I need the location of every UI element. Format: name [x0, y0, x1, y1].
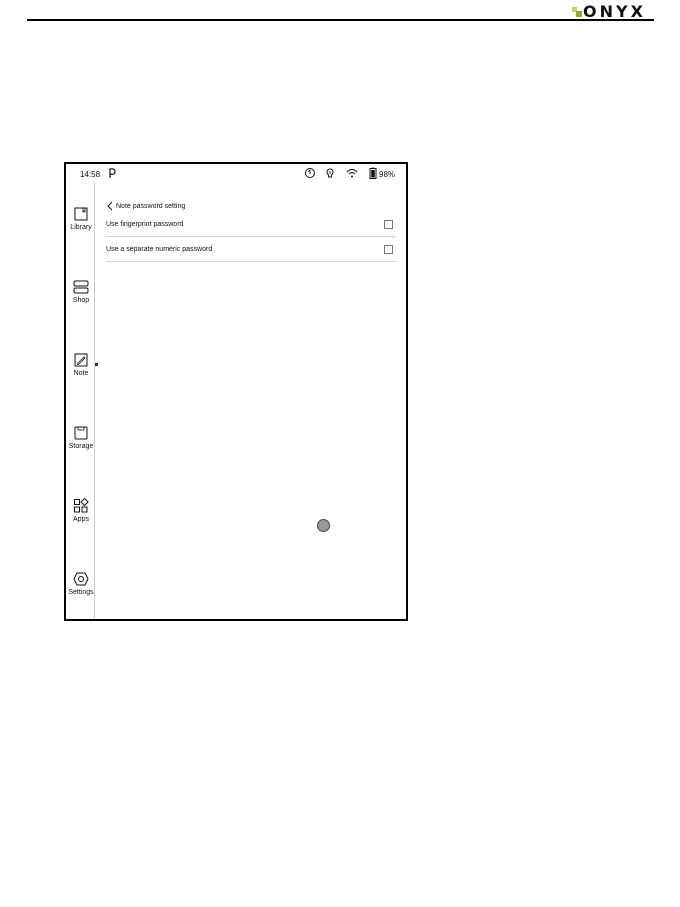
settings-content: Note password setting Use fingerprint pa…: [106, 200, 396, 262]
p-logo-icon: [109, 168, 116, 178]
clock: 14:58: [80, 170, 101, 179]
header-rule: [27, 19, 654, 21]
sidebar-item-shop[interactable]: Shop: [66, 279, 96, 304]
chevron-left-icon: [107, 201, 113, 211]
sidebar-item-label: Settings: [68, 589, 94, 596]
shop-icon: [73, 280, 89, 294]
option-label: Use fingerprint password: [106, 220, 184, 228]
option-fingerprint-password[interactable]: Use fingerprint password: [106, 212, 396, 237]
device-screen: 14:58 98% Library Shop Note Storage Apps…: [64, 162, 408, 621]
option-numeric-password[interactable]: Use a separate numeric password: [106, 237, 396, 262]
back-button[interactable]: Note password setting: [106, 200, 396, 212]
page-title: Note password setting: [116, 202, 186, 210]
sidebar-item-label: Apps: [73, 516, 89, 523]
sidebar-item-label: Storage: [68, 443, 94, 450]
floating-ball-button[interactable]: [317, 519, 330, 532]
fingerprint-checkbox[interactable]: [384, 219, 393, 229]
sidebar-item-label: Shop: [72, 297, 90, 304]
note-icon: [74, 353, 88, 367]
battery-icon: [369, 167, 377, 179]
sidebar-selected-indicator: [95, 363, 98, 366]
sync-icon[interactable]: [304, 167, 316, 179]
wifi-icon[interactable]: [346, 167, 358, 179]
apps-icon: [74, 498, 89, 513]
bulb-icon[interactable]: [324, 167, 336, 179]
numeric-password-checkbox[interactable]: [384, 244, 393, 254]
settings-icon: [73, 572, 89, 586]
sidebar-item-apps[interactable]: Apps: [66, 498, 96, 523]
sidebar-item-library[interactable]: Library: [66, 206, 96, 231]
sidebar-item-label: Library: [70, 224, 92, 231]
sidebar-item-label: Note: [73, 370, 89, 377]
storage-icon: [74, 426, 88, 440]
sidebar: Library Shop Note Storage Apps Settings: [66, 182, 95, 619]
option-label: Use a separate numeric password: [106, 245, 213, 253]
sidebar-item-settings[interactable]: Settings: [66, 571, 96, 596]
status-bar: 14:58 98%: [66, 164, 406, 182]
onyx-logo-mark-icon: [572, 7, 582, 17]
book-icon: [74, 207, 88, 221]
battery-percent: 98%: [379, 170, 396, 179]
sidebar-item-storage[interactable]: Storage: [66, 425, 96, 450]
brand-text: ONYX: [583, 2, 646, 21]
onyx-logo: ONYX: [572, 4, 646, 20]
sidebar-item-note[interactable]: Note: [66, 352, 96, 377]
